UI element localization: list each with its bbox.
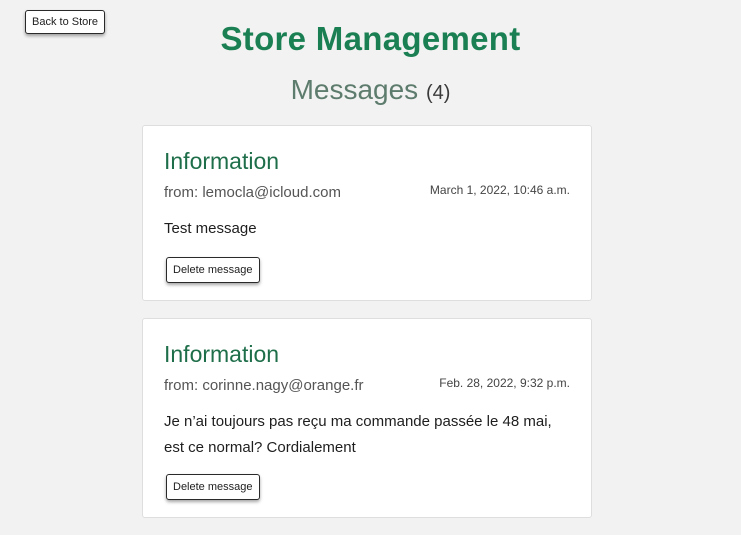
page-title: Store Management [220,20,521,57]
delete-message-button[interactable]: Delete message [166,474,260,500]
message-body: Je n’ai toujours pas reçu ma commande pa… [164,413,552,456]
message-sender: from: corinne.nagy@orange.fr [164,377,364,394]
messages-list: Information from: lemocla@icloud.com Mar… [142,125,592,535]
message-subject: Information [164,148,280,174]
message-body: Test message [164,220,257,237]
message-sender: from: lemocla@icloud.com [164,184,341,201]
message-card: Information from: corinne.nagy@orange.fr… [142,318,592,518]
messages-heading: Messages (4) [0,74,741,106]
message-date: March 1, 2022, 10:46 a.m. [429,183,570,197]
message-date: Feb. 28, 2022, 9:32 p.m. [439,376,570,390]
delete-message-button[interactable]: Delete message [166,257,260,283]
message-subject: Information [164,341,280,367]
messages-heading-label: Messages [290,74,419,105]
message-card: Information from: lemocla@icloud.com Mar… [142,125,592,301]
messages-count: (4) [425,82,451,104]
